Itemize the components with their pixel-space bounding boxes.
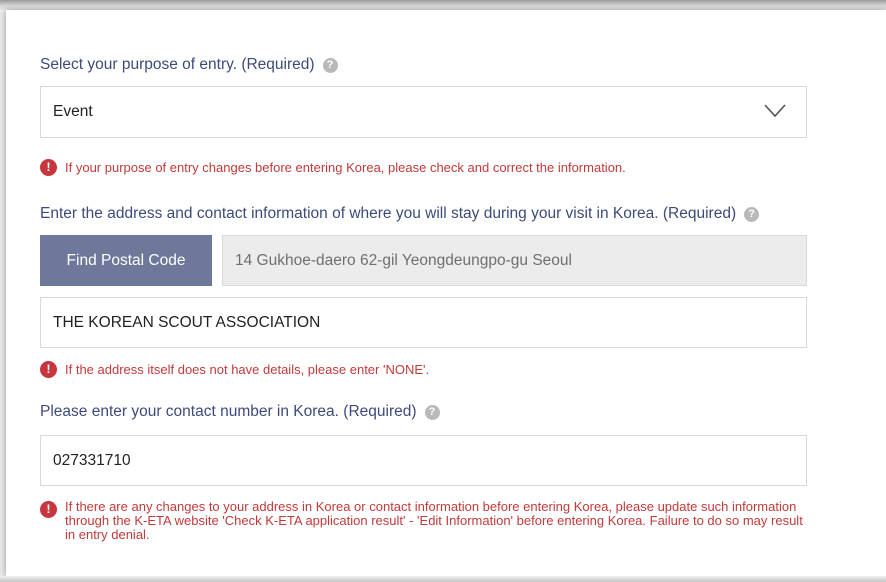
address-label: Enter the address and contact informatio…	[40, 205, 760, 223]
purpose-label: Select your purpose of entry. (Required)…	[40, 56, 338, 74]
warning-icon: !	[40, 501, 57, 518]
contact-phone-value: 027331710	[53, 451, 131, 469]
address-detail-input[interactable]: THE KOREAN SCOUT ASSOCIATION	[40, 297, 807, 348]
contact-warning: ! If there are any changes to your addre…	[40, 500, 810, 542]
help-icon[interactable]: ?	[322, 57, 338, 73]
contact-label-text: Please enter your contact number in Kore…	[40, 403, 417, 420]
warning-icon: !	[40, 159, 57, 176]
address-field: 14 Gukhoe-daero 62-gil Yeongdeungpo-gu S…	[222, 235, 807, 286]
purpose-label-text: Select your purpose of entry. (Required)	[40, 56, 315, 73]
purpose-warning-text: If your purpose of entry changes before …	[65, 160, 626, 175]
contact-warning-text: If there are any changes to your address…	[65, 499, 803, 542]
address-label-text: Enter the address and contact informatio…	[40, 205, 737, 222]
window-bottom-shadow	[0, 576, 886, 582]
purpose-select[interactable]: Event	[40, 86, 807, 138]
purpose-warning: ! If your purpose of entry changes befor…	[40, 159, 626, 176]
address-warning: ! If the address itself does not have de…	[40, 361, 429, 378]
contact-label: Please enter your contact number in Kore…	[40, 403, 440, 421]
contact-phone-input[interactable]: 027331710	[40, 435, 807, 486]
help-icon[interactable]: ?	[744, 206, 760, 222]
address-value: 14 Gukhoe-daero 62-gil Yeongdeungpo-gu S…	[235, 251, 572, 269]
purpose-selected-value: Event	[53, 103, 93, 120]
address-warning-text: If the address itself does not have deta…	[65, 362, 430, 377]
chevron-down-icon[interactable]	[764, 104, 786, 118]
find-postal-code-button[interactable]: Find Postal Code	[40, 235, 212, 286]
address-detail-value: THE KOREAN SCOUT ASSOCIATION	[53, 313, 321, 331]
help-icon[interactable]: ?	[424, 404, 440, 420]
warning-icon: !	[40, 361, 57, 378]
